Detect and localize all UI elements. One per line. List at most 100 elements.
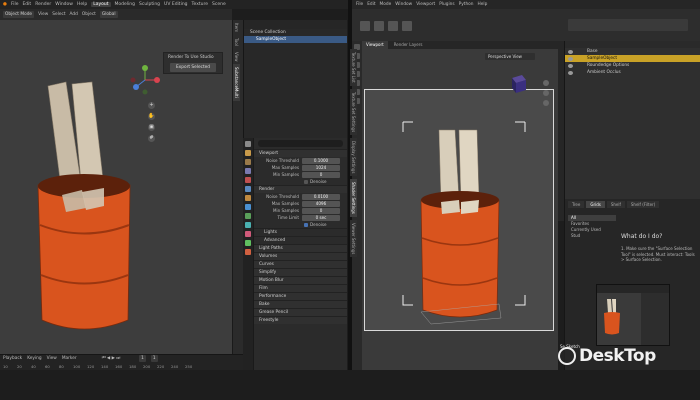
scene-tab-icon[interactable] xyxy=(245,177,251,183)
mode-dropdown[interactable]: Object Mode xyxy=(3,11,35,18)
render-noise-field[interactable]: 0.0100 xyxy=(302,193,340,200)
tab-workspace-modeling[interactable]: Modeling xyxy=(115,2,135,7)
tab-item[interactable]: Item xyxy=(233,20,240,35)
sp-menu-file[interactable]: File xyxy=(356,2,363,7)
sp-menu-viewport[interactable]: Viewport xyxy=(416,2,435,7)
keying-menu[interactable]: Keying xyxy=(27,356,41,361)
substance-viewport[interactable]: Y: 1 xyxy=(362,49,558,370)
section-simplify[interactable]: Simplify xyxy=(254,268,347,276)
sp-menu-python[interactable]: Python xyxy=(459,2,474,7)
outliner-row-scene-collection[interactable]: Scene Collection xyxy=(244,29,347,36)
shelf-tab-filter[interactable]: Shelf (Filter) xyxy=(626,201,660,208)
material-tab-icon[interactable] xyxy=(245,249,251,255)
hand-pan-icon[interactable]: ✋ xyxy=(148,113,155,120)
3d-viewport[interactable]: + ✋ ▣ # Render To Use Studio Export Sele… xyxy=(0,20,232,354)
playback-menu[interactable]: Playback xyxy=(3,356,22,361)
viewport-max-field[interactable]: 1024 xyxy=(302,164,340,171)
eye-icon[interactable] xyxy=(568,49,573,54)
sp-menu-edit[interactable]: Edit xyxy=(367,2,375,7)
data-tab-icon[interactable] xyxy=(245,240,251,246)
eye-icon[interactable] xyxy=(568,63,573,68)
viewport-noise-field[interactable]: 0.1000 xyxy=(302,157,340,164)
tab-workspace-texture[interactable]: Texture xyxy=(192,2,208,7)
camera-pan-icon[interactable] xyxy=(543,90,549,96)
camera-zoom-icon[interactable] xyxy=(543,100,549,106)
tab-tool[interactable]: Tool xyxy=(233,35,240,49)
start-frame-field[interactable]: 1 xyxy=(150,355,158,362)
layer-row[interactable]: Base xyxy=(565,48,700,55)
world-tab-icon[interactable] xyxy=(245,186,251,192)
physics-tab-icon[interactable] xyxy=(245,222,251,228)
sp-menu-window[interactable]: Window xyxy=(395,2,412,7)
blender-logo-icon[interactable]: ● xyxy=(3,2,7,7)
scene-selector[interactable]: Scene xyxy=(212,2,226,7)
layer-row[interactable]: Roundedge Options xyxy=(565,62,700,69)
layer-row[interactable]: Ambient Occlus xyxy=(565,69,700,76)
marker-menu[interactable]: Marker xyxy=(62,356,77,361)
tab-workspace-layout[interactable]: Layout xyxy=(91,2,111,7)
camera-dropdown[interactable]: Perspective View xyxy=(485,53,535,60)
sp-menu-mode[interactable]: Mode xyxy=(380,2,392,7)
render-time-field[interactable]: 0 sec xyxy=(302,214,340,221)
menu-select[interactable]: Select xyxy=(52,12,65,17)
menu-help[interactable]: Help xyxy=(77,2,87,7)
preview-thumbnail[interactable] xyxy=(596,284,670,346)
orientation-dropdown[interactable]: Global xyxy=(99,11,118,18)
zoom-icon[interactable]: + xyxy=(148,102,155,109)
particles-tab-icon[interactable] xyxy=(245,213,251,219)
object-tab-icon[interactable] xyxy=(245,195,251,201)
section-grease-pencil[interactable]: Grease Pencil xyxy=(254,308,347,316)
menu-window[interactable]: Window xyxy=(55,2,73,7)
grid-icon[interactable]: # xyxy=(148,135,155,142)
section-curves[interactable]: Curves xyxy=(254,260,347,268)
section-freestyle[interactable]: Freestyle xyxy=(254,316,347,324)
current-frame-field[interactable]: 1 xyxy=(139,355,146,362)
shelf-tab-grids[interactable]: Grids xyxy=(586,201,605,208)
export-selected-button[interactable]: Export Selected xyxy=(170,63,216,72)
menu-view[interactable]: View xyxy=(38,12,48,17)
menu-object[interactable]: Object xyxy=(82,12,96,17)
menu-edit[interactable]: Edit xyxy=(22,2,31,7)
modifier-tab-icon[interactable] xyxy=(245,204,251,210)
layer-row-selected[interactable]: SampleObject xyxy=(565,55,700,62)
section-light-paths[interactable]: Light Paths xyxy=(254,244,347,252)
render-denoise-checkbox[interactable] xyxy=(304,222,308,227)
render-tab-icon[interactable] xyxy=(245,150,251,156)
shelf-tab-shelf[interactable]: Shelf xyxy=(606,201,625,208)
viewport-denoise-checkbox[interactable] xyxy=(304,179,308,184)
play-controls-icon[interactable]: ⏮ ◀ ▶ ⏭ xyxy=(102,356,120,361)
subsection-advanced[interactable]: Advanced xyxy=(254,236,347,244)
camera-icon[interactable]: ▣ xyxy=(148,124,155,131)
output-tab-icon[interactable] xyxy=(245,159,251,165)
section-performance[interactable]: Performance xyxy=(254,292,347,300)
timeline-view-menu[interactable]: View xyxy=(47,356,57,361)
section-film[interactable]: Film xyxy=(254,284,347,292)
tab-workspace-uv[interactable]: UV Editing xyxy=(164,2,187,7)
render-min-field[interactable]: 0 xyxy=(302,207,340,214)
tab-substance[interactable]: SubstanceMulti xyxy=(233,64,240,102)
constraints-tab-icon[interactable] xyxy=(245,231,251,237)
section-bake[interactable]: Bake xyxy=(254,300,347,308)
tab-display-settings[interactable]: Display Settings xyxy=(350,137,357,177)
section-viewport[interactable]: Viewport xyxy=(254,149,347,157)
shelf-tab-tree[interactable]: Tree xyxy=(568,201,585,208)
sp-menu-plugins[interactable]: Plugins xyxy=(439,2,454,7)
menu-render[interactable]: Render xyxy=(35,2,51,7)
section-render[interactable]: Render xyxy=(254,185,347,193)
shelf-category-item[interactable]: Stud xyxy=(568,233,616,239)
tab-view[interactable]: View xyxy=(233,49,240,65)
tab-viewer-settings[interactable]: Viewer Settings xyxy=(350,220,357,258)
section-volumes[interactable]: Volumes xyxy=(254,252,347,260)
camera-orbit-icon[interactable] xyxy=(543,80,549,86)
tab-workspace-sculpting[interactable]: Sculpting xyxy=(139,2,160,7)
viewcube-icon[interactable] xyxy=(510,74,528,94)
navigation-gizmo-icon[interactable] xyxy=(130,65,160,95)
tab-shader-settings[interactable]: Shader Settings xyxy=(350,179,357,218)
tool-tab-icon[interactable] xyxy=(245,141,251,147)
tab-texture-set-list[interactable]: Texture Set List xyxy=(350,49,357,86)
eye-icon[interactable] xyxy=(568,70,573,75)
outliner-row-sampleobject[interactable]: SampleObject xyxy=(244,36,347,43)
menu-add[interactable]: Add xyxy=(70,12,78,17)
tab-render-layers[interactable]: Render Layers xyxy=(390,41,427,49)
sp-menu-help[interactable]: Help xyxy=(478,2,488,7)
